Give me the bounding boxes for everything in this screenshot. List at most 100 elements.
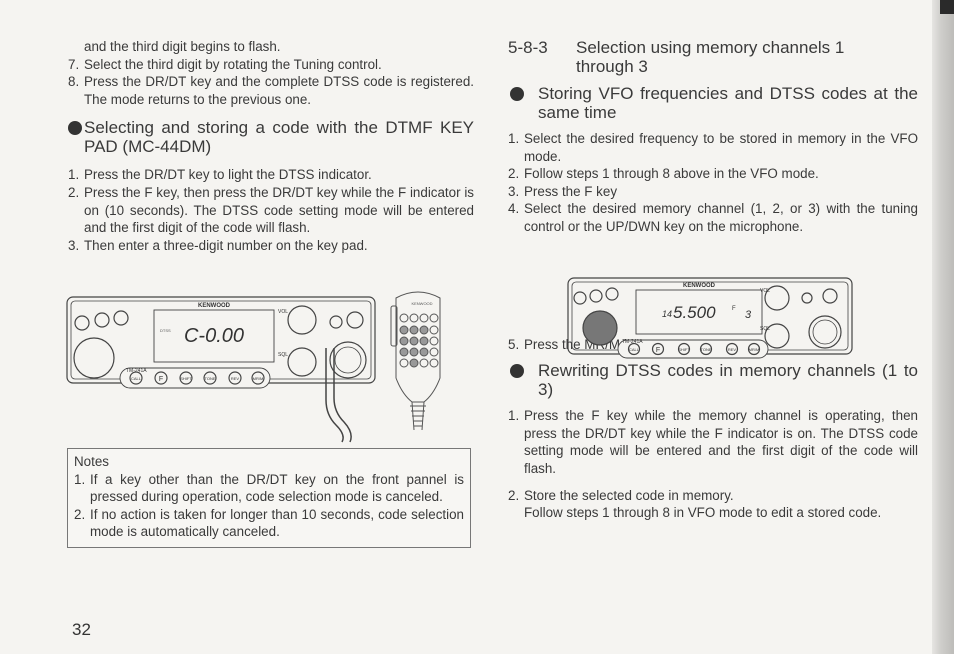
step-number: 4. [508,201,520,217]
vol-knob [287,305,317,335]
step-item: 2. Press the F key, then press the DR/DT… [68,184,474,237]
note-item: 2. If no action is taken for longer than… [74,506,464,541]
call-button-label: CALL [629,347,640,352]
notes-title: Notes [74,454,109,469]
step-text: Select the desired memory channel (1, 2,… [524,201,918,234]
shift-button-label: SHIFT [180,376,192,381]
mic-connector [808,315,842,349]
lcd-channel: 3 [745,309,752,321]
step-extra-text: Follow steps 1 through 8 in VFO mode to … [524,505,882,521]
step-text: Store the selected code in memory. [524,487,734,503]
radio-figure-memory: KENWOOD 14 5.500 F 3 TM-241A CALL F SHIF… [567,277,853,359]
mic-brand-label: KENWOOD [411,301,432,306]
note-text: If no action is taken for longer than 10… [90,506,464,540]
step-item: 1. Press the DR/DT key to light the DTSS… [68,166,474,184]
note-text: If a key other than the DR/DT key on the… [90,471,464,505]
rev-button-label: REV [231,376,240,381]
vol-label: VOL [760,288,770,294]
lcd-readout: C-0.00 [184,325,244,347]
step-body: Store the selected code in memory. Follo… [524,487,918,522]
step-number: 5. [508,336,520,352]
step-item: 4. Select the desired memory channel (1,… [508,200,918,235]
step-text: Press the F key [524,183,618,199]
step-number: 2. [508,487,520,503]
sql-label: SQL [278,352,288,358]
step-text: Press the F key while the memory channel… [524,408,918,476]
vol-label: VOL [278,309,288,315]
step-text: Press the DR/DT key to light the DTSS in… [84,167,372,183]
note-number: 1. [74,471,86,487]
tone-button-label: TONE [700,347,711,352]
page-corner-shadow [940,0,954,14]
f-button-label: F [159,376,163,383]
keypad-keys [399,313,439,368]
step-item: 8. Press the DR/DT key and the complete … [68,73,474,108]
step-number: 3. [508,183,520,199]
lcd-freq-prefix: 14 [662,309,672,319]
step-text: Press the DR/DT key and the complete DTS… [84,74,474,107]
bullet-icon [68,121,82,136]
heading-text: Rewriting DTSS codes in memory channels … [538,361,918,400]
step-text: Select the desired frequency to be store… [524,131,918,164]
small-knob [573,291,587,305]
step-text: Then enter a three-digit number on the k… [84,237,368,253]
step-item: 1. Press the F key while the memory chan… [508,407,918,477]
step-item: 3. Then enter a three-digit number on th… [68,237,474,255]
low-dim-button [329,315,343,329]
lcd-f-indicator: F [732,306,736,312]
section-title: 5-8-3 Selection using memory channels 1 … [508,38,918,76]
tuning-knob [73,337,115,379]
power-button [346,311,364,329]
f-button-label: F [656,347,660,354]
microphone-keypad-figure: KENWOOD [390,291,441,431]
note-number: 2. [74,506,86,522]
shift-button-label: SHIFT [678,347,690,352]
bullet-icon [510,87,524,101]
call-button-label: CALL [131,376,142,381]
sql-label: SQL [760,326,770,332]
step-item: 2. Follow steps 1 through 8 above in the… [508,165,918,183]
section-heading: Rewriting DTSS codes in memory channels … [508,361,918,399]
left-column: and the third digit begins to flash. 7. … [68,38,474,254]
heading-text: Storing VFO frequencies and DTSS codes a… [538,84,918,122]
power-button [822,288,838,304]
step-item: 1. Select the desired frequency to be st… [508,130,918,165]
tuning-knob [582,310,618,346]
step-number: 1. [68,167,80,183]
step-item: 2. Store the selected code in memory. Fo… [508,487,918,522]
section-number: 5-8-3 [508,38,548,57]
step-text: Select the third digit by rotating the T… [84,56,382,72]
step-number: 3. [68,237,80,253]
brand-label: KENWOOD [198,303,231,309]
step-number: 2. [508,166,520,182]
step-text: Press the F key, then press the DR/DT ke… [84,184,474,236]
small-knob [74,315,90,331]
mic-body [395,291,441,403]
mrm-button-label: MR/M [749,347,760,352]
display-label: DTSS [160,328,171,333]
step-number: 2. [68,184,80,200]
bullet-icon [510,364,524,379]
model-label: TM-241A [622,339,643,345]
step-number: 8. [68,74,80,90]
mrm-button-label: MR/M [253,376,264,381]
continuation-text: and the third digit begins to flash. [84,39,281,54]
tone-button-label: TONE [204,376,215,381]
section-heading: Storing VFO frequencies and DTSS codes a… [508,84,918,122]
brand-label: KENWOOD [683,283,716,289]
section-title-text: Selection using memory channels 1 throug… [576,38,845,76]
step-item: 7. Select the third digit by rotating th… [68,56,474,74]
page-edge-shadow [932,0,954,654]
small-knob [113,310,129,326]
radio-figure-dtss: KENWOOD DTSS C-0.00 TM-241A CALL F SHIFT… [66,296,376,443]
small-knob [589,289,603,303]
step-text: Follow steps 1 through 8 above in the VF… [524,166,819,182]
model-label: TM-241A [126,368,147,374]
step-number: 7. [68,56,80,72]
manual-page: and the third digit begins to flash. 7. … [0,0,954,654]
note-item: 1. If a key other than the DR/DT key on … [74,471,464,506]
step-number: 1. [508,408,520,424]
step-number: 1. [508,131,520,146]
page-number: 32 [72,620,91,639]
lcd-frequency: 5.500 [673,303,716,322]
